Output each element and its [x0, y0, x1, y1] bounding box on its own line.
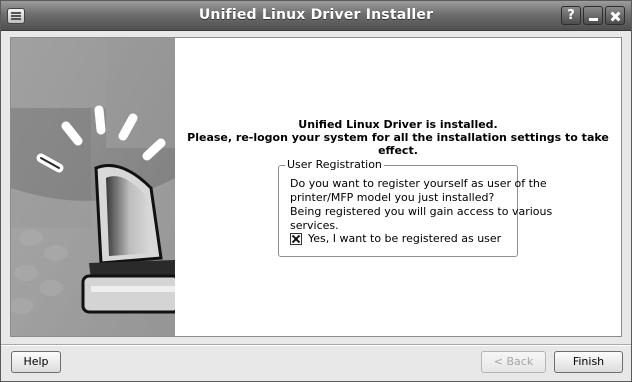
- minimize-icon[interactable]: [583, 6, 603, 25]
- registration-text-line: Being registered you will gain access to…: [290, 205, 553, 218]
- registration-text-line: services.: [290, 219, 339, 232]
- register-checkbox-label[interactable]: Yes, I want to be registered as user: [308, 232, 501, 245]
- registration-text-line: Do you want to register yourself as user…: [290, 177, 547, 190]
- window-title: Unified Linux Driver Installer: [198, 7, 434, 23]
- title-bar[interactable]: Unified Linux Driver Installer ?: [1, 1, 631, 31]
- help-title-button[interactable]: ?: [561, 6, 581, 25]
- printer-illustration: [11, 38, 175, 336]
- registration-text-line: printer/MFP model you just installed?: [290, 191, 495, 204]
- help-button[interactable]: Help: [11, 351, 61, 373]
- installed-message: Unified Linux Driver is installed.: [298, 118, 498, 131]
- user-registration-legend: User Registration: [285, 158, 384, 171]
- register-checkbox[interactable]: [290, 233, 302, 245]
- installer-window: Unified Linux Driver Installer ? Unified…: [0, 0, 632, 382]
- close-icon[interactable]: [605, 6, 625, 25]
- footer-separator: [1, 344, 631, 346]
- back-button[interactable]: < Back: [481, 351, 546, 373]
- finish-button[interactable]: Finish: [554, 351, 623, 373]
- relogon-message: Please, re-logon your system for all the…: [187, 131, 609, 157]
